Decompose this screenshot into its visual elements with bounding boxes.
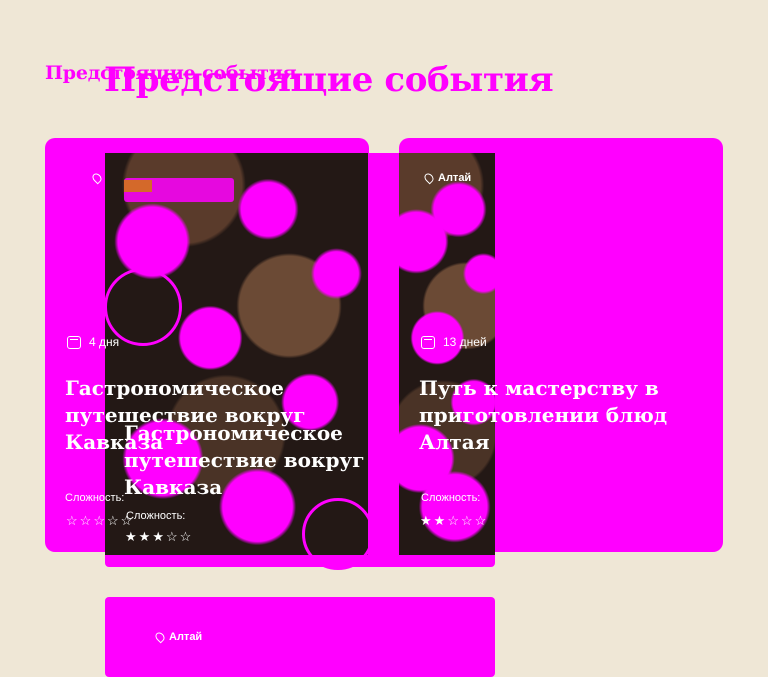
star-icon: ★	[152, 529, 164, 544]
category-badge	[124, 180, 152, 192]
difficulty-rating: ☆ ☆ ☆ ☆ ☆	[66, 514, 132, 527]
duration-meta: 13 дней	[421, 335, 487, 349]
pin-icon	[422, 171, 436, 185]
star-icon: ★	[420, 513, 432, 528]
star-icon: ☆	[165, 529, 178, 544]
difficulty-rating: ★ ★ ☆ ☆ ☆	[420, 514, 486, 527]
star-icon: ☆	[460, 513, 473, 528]
star-icon: ☆	[93, 513, 105, 528]
star-icon: ★	[433, 513, 446, 528]
location-badge-altai: Алтай	[153, 630, 203, 644]
event-title[interactable]: Путь к мастерству в приготовлении блюд А…	[419, 375, 709, 456]
star-icon: ★	[138, 529, 151, 544]
section-title-large: Предстоящие события	[104, 60, 554, 100]
duration-label: 13 дней	[443, 335, 487, 349]
location-label: Алтай	[169, 631, 203, 643]
event-title[interactable]: Гастрономическое путешествие вокруг Кавк…	[124, 420, 444, 501]
pin-icon	[153, 630, 167, 644]
calendar-icon	[67, 335, 81, 349]
difficulty-rating: ★ ★ ★ ☆ ☆	[125, 530, 191, 543]
star-icon: ☆	[106, 513, 119, 528]
star-icon: ☆	[79, 513, 92, 528]
duration-label: 4 дня	[89, 335, 120, 349]
star-icon: ☆	[474, 513, 487, 528]
plate-decoration	[302, 498, 374, 570]
difficulty-label: Сложность:	[65, 492, 125, 504]
star-icon: ☆	[179, 529, 192, 544]
star-icon: ★	[125, 529, 137, 544]
calendar-icon	[421, 335, 435, 349]
star-icon: ☆	[447, 513, 459, 528]
location-label: Алтай	[438, 172, 472, 184]
location-badge-altai: Алтай	[422, 171, 472, 185]
star-icon: ☆	[66, 513, 78, 528]
duration-meta: 4 дня	[67, 335, 119, 349]
difficulty-label: Сложность:	[126, 510, 186, 522]
